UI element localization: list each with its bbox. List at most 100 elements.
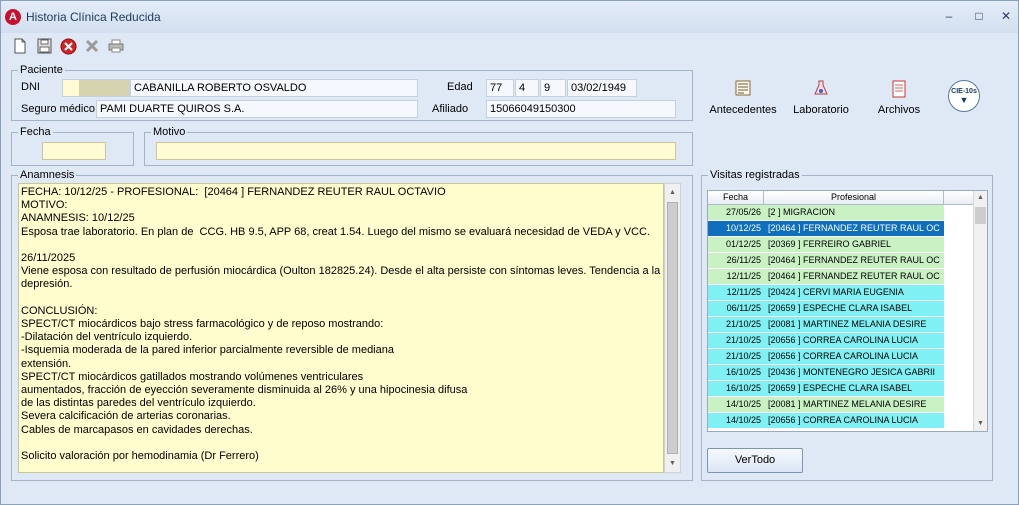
toolbar	[1, 33, 1018, 59]
antecedentes-icon	[735, 80, 751, 98]
patient-group: Paciente DNI CABANILLA ROBERTO OSVALDO E…	[11, 64, 693, 121]
visits-rows: 27/05/26 [2 ] MIGRACION 10/12/25 [20464 ] F…	[708, 205, 987, 429]
anamnesis-textarea[interactable]: FECHA: 10/12/25 - PROFESIONAL: [20464 ] …	[18, 183, 664, 473]
laboratory-icon	[813, 80, 829, 98]
cancel-icon[interactable]	[82, 36, 102, 56]
cie10-label: CIE-10s	[951, 88, 977, 95]
insurance-field: PAMI DUARTE QUIROS S.A.	[96, 100, 418, 118]
filter-icon: ▼	[959, 95, 969, 105]
visit-date: 06/11/25	[708, 301, 764, 316]
visit-professional: [20656 ] CORREA CAROLINA LUCIA	[764, 413, 944, 428]
minimize-button[interactable]: ‒	[938, 7, 960, 25]
visit-professional: [20464 ] FERNANDEZ REUTER RAUL OC	[764, 221, 944, 236]
visit-date: 16/10/25	[708, 381, 764, 396]
cie10-button[interactable]: CIE-10s ▼	[948, 80, 980, 112]
anamnesis-label: Anamnesis	[18, 169, 77, 181]
visit-professional: [2 ] MIGRACION	[764, 205, 944, 220]
motivo-group: Motivo	[144, 126, 693, 166]
visit-professional: [20081 ] MARTINEZ MELANIA DESIRE	[764, 317, 944, 332]
col-fecha[interactable]: Fecha	[708, 191, 764, 204]
title-bar: A Historia Clínica Reducida ‒ □ ✕	[1, 1, 1018, 33]
visit-professional: [20081 ] MARTINEZ MELANIA DESIRE	[764, 397, 944, 412]
close-button[interactable]: ✕	[995, 7, 1017, 25]
insurance-label: Seguro médico	[21, 103, 95, 115]
table-row[interactable]: 27/05/26 [2 ] MIGRACION	[708, 205, 987, 221]
fecha-label: Fecha	[18, 126, 53, 138]
patient-name-field: CABANILLA ROBERTO OSVALDO	[130, 79, 418, 97]
table-row[interactable]: 12/11/25 [20464 ] FERNANDEZ REUTER RAUL O…	[708, 269, 987, 285]
visits-label: Visitas registradas	[708, 169, 802, 181]
visit-date: 21/10/25	[708, 349, 764, 364]
visit-professional: [20424 ] CERVI MARIA EUGENIA	[764, 285, 944, 300]
visits-scroll-thumb[interactable]	[975, 207, 986, 224]
visit-professional: [20464 ] FERNANDEZ REUTER RAUL OC	[764, 269, 944, 284]
visit-professional: [20464 ] FERNANDEZ REUTER RAUL OC	[764, 253, 944, 268]
age-years-field: 77	[486, 79, 514, 97]
dni-field[interactable]	[62, 79, 130, 97]
motivo-label: Motivo	[151, 126, 188, 138]
fecha-input[interactable]	[42, 142, 106, 160]
visit-date: 14/10/25	[708, 397, 764, 412]
motivo-input[interactable]	[156, 142, 676, 160]
new-document-icon[interactable]	[10, 36, 30, 56]
edad-label: Edad	[447, 81, 473, 93]
visit-date: 14/10/25	[708, 413, 764, 428]
visit-professional: [20656 ] CORREA CAROLINA LUCIA	[764, 333, 944, 348]
ver-todo-button[interactable]: VerTodo	[707, 448, 803, 473]
visit-date: 12/11/25	[708, 269, 764, 284]
visits-scrollbar[interactable]: ▲ ▼	[973, 191, 987, 431]
visit-date: 01/12/25	[708, 237, 764, 252]
antecedentes-button[interactable]: Antecedentes	[703, 80, 783, 120]
visit-date: 12/11/25	[708, 285, 764, 300]
window-title: Historia Clínica Reducida	[26, 10, 161, 24]
dni-label: DNI	[21, 81, 40, 93]
visit-date: 21/10/25	[708, 317, 764, 332]
anamnesis-scrollbar[interactable]: ▲ ▼	[664, 183, 681, 473]
app-logo-icon: A	[5, 9, 21, 25]
table-row[interactable]: 21/10/25 [20656 ] CORREA CAROLINA LUCIA	[708, 333, 987, 349]
archivos-button[interactable]: Archivos	[859, 80, 939, 120]
visit-professional: [20659 ] ESPECHE CLARA ISABEL	[764, 381, 944, 396]
patient-group-label: Paciente	[18, 64, 65, 76]
table-row[interactable]: 12/11/25 [20424 ] CERVI MARIA EUGENIA	[708, 285, 987, 301]
birth-date-field: 03/02/1949	[567, 79, 637, 97]
age-months-field: 4	[515, 79, 539, 97]
table-row[interactable]: 01/12/25 [20369 ] FERREIRO GABRIEL	[708, 237, 987, 253]
dni-redacted	[79, 80, 129, 96]
scroll-down-icon[interactable]: ▼	[665, 455, 680, 472]
table-row[interactable]: 21/10/25 [20081 ] MARTINEZ MELANIA DESIRE	[708, 317, 987, 333]
visit-date: 27/05/26	[708, 205, 764, 220]
visit-date: 21/10/25	[708, 333, 764, 348]
affiliate-label: Afiliado	[432, 103, 469, 115]
visits-table[interactable]: Fecha Profesional 27/05/26 [2 ] MIGRACION…	[707, 190, 988, 432]
age-days-field: 9	[540, 79, 566, 97]
maximize-button[interactable]: □	[968, 7, 990, 25]
table-row[interactable]: 21/10/25 [20656 ] CORREA CAROLINA LUCIA	[708, 349, 987, 365]
scroll-up-icon[interactable]: ▲	[665, 184, 680, 201]
table-row[interactable]: 16/10/25 [20659 ] ESPECHE CLARA ISABEL	[708, 381, 987, 397]
visits-scroll-up-icon[interactable]: ▲	[974, 191, 987, 205]
visit-date: 16/10/25	[708, 365, 764, 380]
visit-professional: [20369 ] FERREIRO GABRIEL	[764, 237, 944, 252]
save-icon[interactable]	[34, 36, 54, 56]
table-row[interactable]: 16/10/25 [20436 ] MONTENEGRO JESICA GABRI…	[708, 365, 987, 381]
laboratorio-button[interactable]: Laboratorio	[781, 80, 861, 120]
visit-date: 26/11/25	[708, 253, 764, 268]
table-row[interactable]: 14/10/25 [20656 ] CORREA CAROLINA LUCIA	[708, 413, 987, 429]
files-icon	[891, 80, 907, 98]
main-window: A Historia Clínica Reducida ‒ □ ✕ Pacien…	[0, 0, 1019, 505]
table-row[interactable]: 10/12/25 [20464 ] FERNANDEZ REUTER RAUL O…	[708, 221, 987, 237]
visit-professional: [20656 ] CORREA CAROLINA LUCIA	[764, 349, 944, 364]
visits-scroll-down-icon[interactable]: ▼	[974, 417, 987, 431]
table-row[interactable]: 06/11/25 [20659 ] ESPECHE CLARA ISABEL	[708, 301, 987, 317]
visit-professional: [20436 ] MONTENEGRO JESICA GABRII	[764, 365, 944, 380]
print-icon[interactable]	[106, 36, 126, 56]
affiliate-field: 15066049150300	[486, 100, 676, 118]
visit-date: 10/12/25	[708, 221, 764, 236]
col-profesional[interactable]: Profesional	[764, 191, 944, 204]
table-row[interactable]: 26/11/25 [20464 ] FERNANDEZ REUTER RAUL O…	[708, 253, 987, 269]
delete-icon[interactable]	[58, 36, 78, 56]
scroll-thumb[interactable]	[667, 202, 678, 454]
table-row[interactable]: 14/10/25 [20081 ] MARTINEZ MELANIA DESIRE	[708, 397, 987, 413]
visit-professional: [20659 ] ESPECHE CLARA ISABEL	[764, 301, 944, 316]
